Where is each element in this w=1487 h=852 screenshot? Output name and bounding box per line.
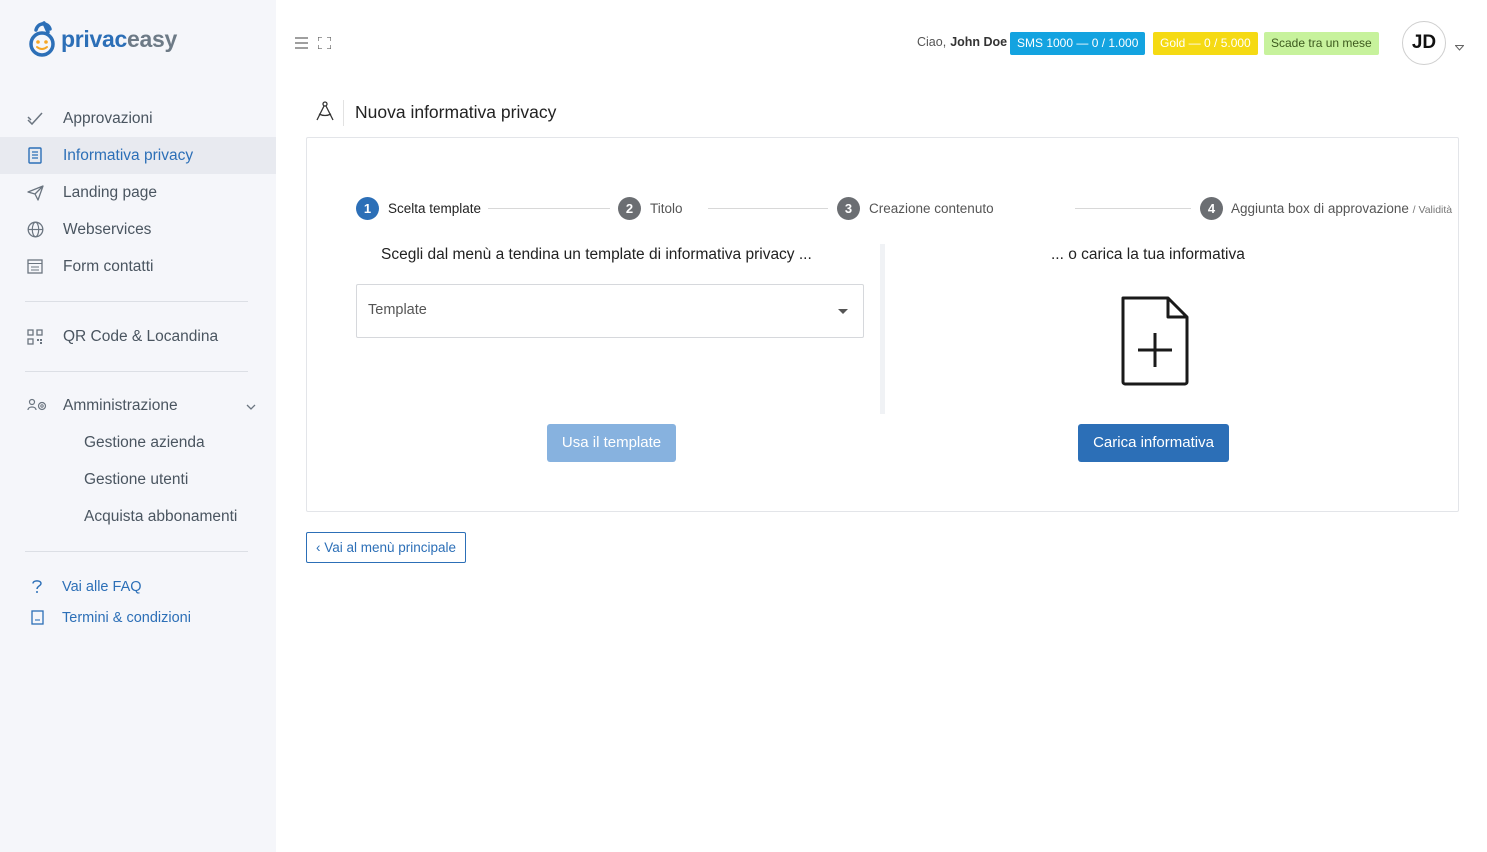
sidebar-divider <box>25 371 248 372</box>
step-3-number[interactable]: 3 <box>837 197 860 220</box>
gold-credit-badge: Gold — 0 / 5.000 <box>1153 32 1258 55</box>
sidebar-item-label: Approvazioni <box>63 109 153 127</box>
globe-icon <box>26 221 44 239</box>
logo-icon <box>29 21 55 57</box>
paper-plane-icon <box>26 184 44 202</box>
template-select-value: Template <box>368 302 427 318</box>
sidebar-item-label: Landing page <box>63 183 157 201</box>
step-connector <box>488 208 610 209</box>
template-panel-title: Scegli dal menù a tendina un template di… <box>381 246 812 263</box>
sidebar-item-landing-page[interactable]: Landing page <box>0 174 276 211</box>
form-icon <box>26 258 44 276</box>
fullscreen-icon[interactable] <box>317 36 332 54</box>
sidebar-subitem-acquista-abbonamenti[interactable]: Acquista abbonamenti <box>0 498 276 535</box>
sidebar-item-label: Informativa privacy <box>63 146 194 164</box>
terms-icon <box>28 609 46 627</box>
sidebar-divider <box>25 551 248 552</box>
expiry-badge: Scade tra un mese <box>1264 32 1379 55</box>
upload-privacy-button[interactable]: Carica informativa <box>1078 424 1229 462</box>
back-to-menu-button[interactable]: ‹ Vai al menù principale <box>306 532 466 563</box>
panel-divider <box>880 244 885 414</box>
sidebar-subitem-gestione-utenti[interactable]: Gestione utenti <box>0 461 276 498</box>
step-4-number[interactable]: 4 <box>1200 197 1223 220</box>
sidebar-subitem-gestione-azienda[interactable]: Gestione azienda <box>0 424 276 461</box>
step-3-label[interactable]: Creazione contenuto <box>869 201 994 216</box>
compass-icon <box>315 101 335 126</box>
avatar[interactable]: JD <box>1402 21 1446 65</box>
question-icon <box>28 578 46 596</box>
caret-down-icon[interactable] <box>1454 38 1465 56</box>
step-1-number[interactable]: 1 <box>356 197 379 220</box>
template-select[interactable]: Template <box>356 284 864 338</box>
step-4-label[interactable]: Aggiunta box di approvazione / Validità <box>1231 201 1452 216</box>
sidebar-item-label: Form contatti <box>63 257 154 275</box>
sidebar-item-webservices[interactable]: Webservices <box>0 211 276 248</box>
hamburger-menu-icon[interactable] <box>295 36 308 54</box>
users-gear-icon <box>26 397 48 415</box>
greeting: Ciao, John Doe <box>917 35 1007 49</box>
step-4-suffix: / Validità <box>1412 204 1453 216</box>
sidebar-item-qr-code[interactable]: QR Code & Locandina <box>0 318 276 355</box>
sidebar-divider <box>25 301 248 302</box>
logo-text: privaceasy <box>61 25 177 52</box>
sidebar-item-amministrazione[interactable]: Amministrazione <box>0 387 276 424</box>
title-separator <box>343 100 344 126</box>
sms-credit-badge: SMS 1000 — 0 / 1.000 <box>1010 32 1146 55</box>
page-title: Nuova informativa privacy <box>355 102 557 122</box>
qr-code-icon <box>26 328 44 346</box>
step-1-label[interactable]: Scelta template <box>388 201 481 216</box>
greeting-text: Ciao, <box>917 35 947 49</box>
sidebar-link-label: Vai alle FAQ <box>62 578 142 595</box>
check-icon <box>26 110 44 128</box>
sidebar-link-termini[interactable]: Termini & condizioni <box>0 599 276 636</box>
sidebar-item-approvazioni[interactable]: Approvazioni <box>0 100 276 137</box>
sidebar: privaceasy Approvazioni Informativa priv… <box>0 0 276 852</box>
sidebar-item-form-contatti[interactable]: Form contatti <box>0 248 276 285</box>
user-name: John Doe <box>950 35 1008 49</box>
sidebar-item-label: Amministrazione <box>63 396 178 414</box>
step-4-label-text: Aggiunta box di approvazione <box>1231 201 1409 216</box>
caret-down-icon <box>838 309 848 314</box>
sidebar-item-label: Gestione utenti <box>84 470 189 488</box>
logo[interactable]: privaceasy <box>26 20 177 58</box>
sidebar-item-label: Webservices <box>63 220 152 238</box>
chevron-down-icon[interactable] <box>246 397 256 415</box>
sidebar-item-label: QR Code & Locandina <box>63 327 219 345</box>
use-template-button[interactable]: Usa il template <box>547 424 676 462</box>
sidebar-item-informativa-privacy[interactable]: Informativa privacy <box>0 137 276 174</box>
step-2-label[interactable]: Titolo <box>650 201 683 216</box>
file-plus-icon[interactable] <box>1120 295 1190 392</box>
document-icon <box>26 147 44 165</box>
upload-panel-title: ... o carica la tua informativa <box>1051 246 1245 263</box>
sidebar-item-label: Gestione azienda <box>84 433 205 451</box>
sidebar-link-label: Termini & condizioni <box>62 609 191 626</box>
sidebar-item-label: Acquista abbonamenti <box>84 507 238 525</box>
step-connector <box>1075 208 1191 209</box>
step-2-number[interactable]: 2 <box>618 197 641 220</box>
step-connector <box>708 208 828 209</box>
